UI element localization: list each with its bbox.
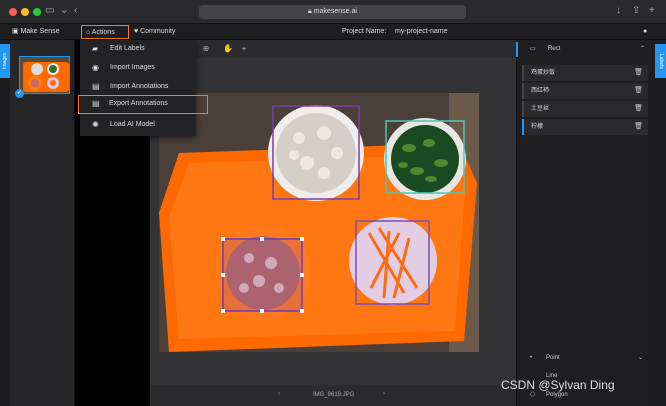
- menu-item-label: Import Images: [110, 64, 155, 71]
- menu-item-import-images[interactable]: ◉ Import Images: [80, 59, 196, 77]
- camera-icon: ◉: [92, 63, 99, 72]
- back-icon[interactable]: ‹: [74, 5, 77, 16]
- label-item-active[interactable]: 柠檬 🗑︎: [522, 119, 648, 135]
- label-name: 柠檬: [531, 124, 544, 130]
- ai-icon: ✺: [92, 120, 99, 129]
- browser-toolbar: ▭ ⌄ ‹ 🔒︎ makesense.ai ↓ ⇧ +: [0, 0, 666, 24]
- menu-item-label: Load AI Model: [110, 121, 155, 128]
- menu-item-label: Edit Labels: [110, 45, 145, 52]
- left-side-strip: [0, 40, 10, 406]
- label-item[interactable]: 西红柿 🗑︎: [522, 83, 648, 99]
- zoom-window-button[interactable]: [33, 8, 41, 16]
- label-item[interactable]: 土豆丝 🗑︎: [522, 101, 648, 117]
- trash-icon[interactable]: 🗑︎: [634, 83, 643, 99]
- project-name-label: Project Name:: [342, 28, 387, 35]
- project-name-input[interactable]: my-project-name: [395, 24, 448, 40]
- community-label: Community: [140, 28, 176, 35]
- actions-dropdown: ▰ Edit Labels ◉ Import Images ▤ Import A…: [78, 40, 208, 136]
- right-side-strip: [655, 40, 666, 406]
- menu-item-export-annotations[interactable]: ▤ Export Annotations: [78, 95, 208, 114]
- crosshair-icon[interactable]: ⌖: [238, 43, 250, 55]
- rect-section-title: Rect: [548, 46, 561, 52]
- logo-icon: ▣: [12, 28, 19, 35]
- labels-tab[interactable]: Labels: [655, 44, 666, 78]
- menu-item-label: Import Annotations: [110, 83, 169, 90]
- editor-toolbar: ⊕ ✋ ⌖: [150, 40, 516, 58]
- download-icon[interactable]: ↓: [616, 5, 621, 16]
- brand[interactable]: ▣ Make Sense: [12, 24, 60, 40]
- image-thumbnail[interactable]: [19, 56, 70, 94]
- address-bar[interactable]: 🔒︎ makesense.ai: [199, 5, 466, 19]
- community-link[interactable]: ♥ Community: [134, 24, 176, 40]
- image-filename: IMG_9619.JPG: [313, 392, 355, 398]
- share-icon[interactable]: ⇧: [632, 5, 640, 16]
- minimize-window-button[interactable]: [21, 8, 29, 16]
- chevron-down-icon: ⌄: [638, 355, 644, 361]
- editor-footer: ‹ IMG_9619.JPG ›: [150, 385, 516, 406]
- trash-icon[interactable]: 🗑︎: [634, 101, 643, 117]
- hand-icon[interactable]: ✋: [222, 43, 234, 55]
- url-text: makesense.ai: [313, 8, 357, 15]
- next-image-icon[interactable]: ›: [383, 391, 385, 397]
- menu-item-edit-labels[interactable]: ▰ Edit Labels: [80, 40, 196, 58]
- images-tab[interactable]: Images: [0, 44, 10, 78]
- menu-item-load-ai-model[interactable]: ✺ Load AI Model: [80, 116, 196, 134]
- label-name: 土豆丝: [531, 106, 550, 112]
- app-header: ▣ Make Sense ⌂ Actions ♥ Community Proje…: [0, 24, 666, 40]
- label-name: 西红柿: [531, 88, 550, 94]
- bbox-tomato[interactable]: [222, 238, 303, 312]
- label-item[interactable]: 鸡蛋炒饭 🗑︎: [522, 65, 648, 81]
- watermark: CSDN @Sylvan Ding: [501, 378, 615, 392]
- new-tab-icon[interactable]: +: [649, 5, 655, 16]
- rect-icon: ▭: [530, 46, 536, 52]
- lock-icon: 🔒︎: [308, 8, 312, 15]
- heart-icon: ♥: [134, 28, 139, 35]
- menu-item-import-annotations[interactable]: ▤ Import Annotations: [80, 78, 196, 96]
- image-canvas[interactable]: [159, 93, 479, 352]
- file-export-icon: ▤: [92, 99, 100, 108]
- chevron-down-icon[interactable]: ⌄: [60, 5, 68, 16]
- point-icon: •: [530, 355, 533, 361]
- close-window-button[interactable]: [9, 8, 17, 16]
- chevron-up-icon: ⌃: [640, 46, 646, 52]
- brand-name: Make Sense: [20, 28, 60, 35]
- sidebar-toggle-icon[interactable]: ▭: [45, 5, 54, 16]
- rect-section-header[interactable]: ▭ Rect ⌃: [516, 42, 653, 57]
- trash-icon[interactable]: 🗑︎: [634, 119, 643, 135]
- point-section-header[interactable]: • Point ⌄: [516, 351, 655, 365]
- file-import-icon: ▤: [92, 82, 100, 91]
- tag-icon: ▰: [92, 44, 99, 53]
- menu-item-label: Export Annotations: [109, 100, 168, 107]
- selected-check-icon: ✓: [15, 89, 24, 98]
- point-section-title: Point: [546, 355, 560, 361]
- label-name: 鸡蛋炒饭: [531, 70, 556, 76]
- home-icon: ⌂: [86, 29, 91, 36]
- prev-image-icon[interactable]: ‹: [278, 391, 280, 397]
- actions-label: Actions: [91, 29, 115, 36]
- trash-icon[interactable]: 🗑︎: [634, 65, 643, 81]
- github-icon[interactable]: ●: [643, 24, 647, 40]
- actions-menu-button[interactable]: ⌂ Actions: [81, 25, 129, 39]
- zoom-icon[interactable]: ⊕: [200, 43, 212, 55]
